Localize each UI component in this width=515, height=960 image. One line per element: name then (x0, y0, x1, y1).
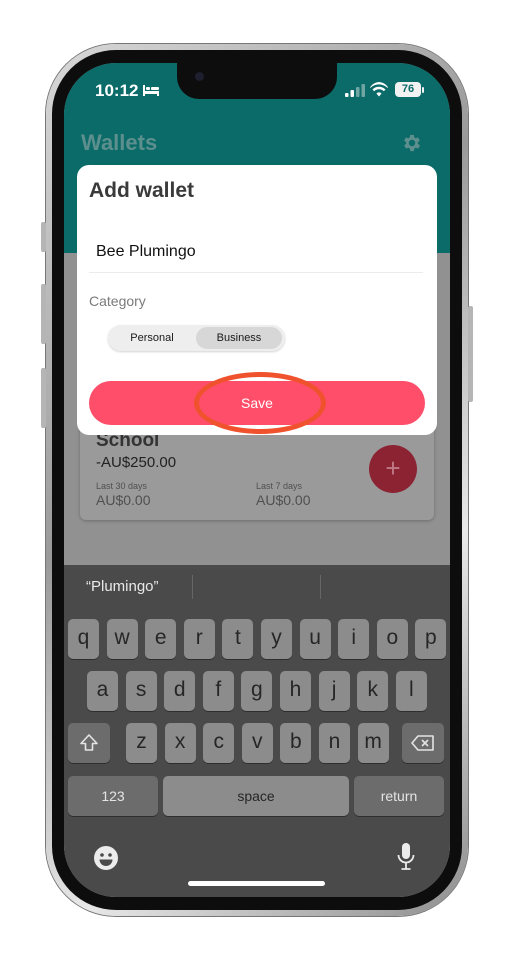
key-j[interactable]: j (318, 671, 350, 711)
backspace-key[interactable] (402, 723, 444, 763)
front-camera (195, 72, 204, 81)
key-c[interactable]: c (203, 723, 235, 763)
category-option-personal[interactable]: Personal (111, 327, 193, 349)
key-v[interactable]: v (241, 723, 273, 763)
key-f[interactable]: f (202, 671, 234, 711)
battery-tip (422, 87, 424, 93)
key-d[interactable]: d (164, 671, 196, 711)
key-e[interactable]: e (145, 619, 177, 659)
key-r[interactable]: r (183, 619, 215, 659)
status-time: 10:12 (95, 81, 139, 100)
category-selector: Personal Business (108, 325, 285, 351)
key-h[interactable]: h (280, 671, 311, 711)
key-g[interactable]: g (241, 671, 273, 711)
suggestion-divider (192, 575, 193, 599)
last-30-days-value: AU$0.00 (96, 492, 151, 508)
key-w[interactable]: w (106, 619, 138, 659)
key-k[interactable]: k (357, 671, 389, 711)
numbers-key[interactable]: 123 (68, 776, 158, 816)
key-i[interactable]: i (338, 619, 370, 659)
last-7-days-value: AU$0.00 (256, 492, 311, 508)
add-transaction-button[interactable]: + (369, 445, 417, 493)
last-30-days-label: Last 30 days (96, 481, 148, 491)
home-indicator[interactable] (188, 881, 325, 886)
suggestion-divider (320, 575, 321, 599)
return-key[interactable]: return (354, 776, 444, 816)
shift-icon (80, 734, 98, 751)
battery-icon: 76 (395, 82, 421, 97)
wifi-icon (370, 82, 388, 97)
save-button[interactable]: Save (89, 381, 425, 425)
key-o[interactable]: o (376, 619, 408, 659)
add-wallet-modal: Add wallet Category Personal Business Sa… (77, 165, 437, 435)
suggestion-1[interactable]: “Plumingo” (86, 565, 159, 609)
emoji-icon[interactable] (93, 845, 119, 871)
gear-icon[interactable] (401, 132, 423, 154)
wallet-amount: -AU$250.00 (96, 454, 177, 471)
key-l[interactable]: l (395, 671, 427, 711)
mute-switch (41, 222, 46, 252)
key-q[interactable]: q (68, 619, 99, 659)
key-m[interactable]: m (357, 723, 389, 763)
category-option-business[interactable]: Business (196, 327, 282, 349)
notch (177, 63, 337, 99)
backspace-icon (411, 735, 434, 751)
category-label: Category (89, 293, 146, 309)
key-p[interactable]: p (415, 619, 447, 659)
shift-key[interactable] (68, 723, 110, 763)
key-z[interactable]: z (126, 723, 157, 763)
key-n[interactable]: n (319, 723, 350, 763)
modal-title: Add wallet (89, 179, 195, 202)
key-y[interactable]: y (261, 619, 292, 659)
bed-icon (143, 85, 159, 96)
power-button (468, 306, 473, 402)
space-key[interactable]: space (163, 776, 349, 816)
keyboard: “Plumingo” qwertyuiop asdfghjkl zxcvbnm … (64, 565, 450, 897)
key-x[interactable]: x (164, 723, 196, 763)
key-t[interactable]: t (222, 619, 254, 659)
wallet-name-input[interactable] (89, 231, 423, 273)
key-a[interactable]: a (87, 671, 118, 711)
phone-screen: Wallets 10:12 76 School -AU$250.00 Last … (64, 63, 450, 897)
volume-up-button (41, 284, 46, 344)
microphone-icon[interactable] (396, 842, 416, 872)
key-b[interactable]: b (280, 723, 312, 763)
last-7-days-label: Last 7 days (256, 481, 303, 491)
key-u[interactable]: u (299, 619, 331, 659)
key-s[interactable]: s (125, 671, 157, 711)
volume-down-button (41, 368, 46, 428)
page-title: Wallets (81, 130, 158, 155)
signal-icon (345, 84, 365, 97)
